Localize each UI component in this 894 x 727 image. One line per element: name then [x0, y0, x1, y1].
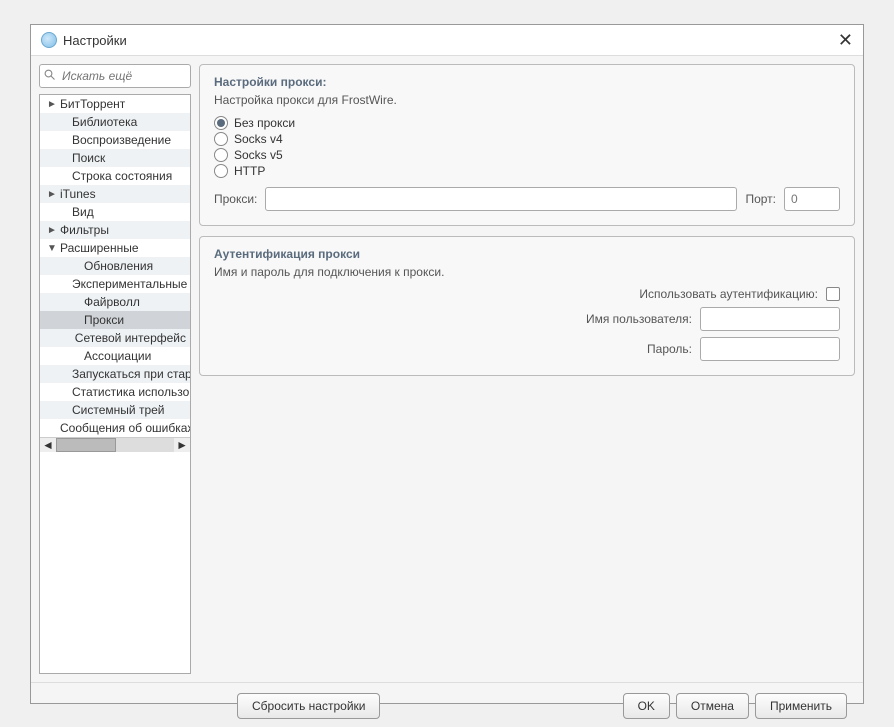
username-row: Имя пользователя:: [214, 307, 840, 331]
left-panel: ►БитТоррентБиблиотекаВоспроизведениеПоис…: [39, 64, 191, 674]
expand-icon: ▼: [46, 243, 58, 254]
tree-item-label: Строка состояния: [72, 169, 172, 183]
horizontal-scrollbar[interactable]: ◄ ►: [40, 437, 190, 452]
scrollbar-track[interactable]: [56, 438, 174, 452]
radio-socks5[interactable]: Socks v5: [214, 147, 840, 163]
tree-item-label: Поиск: [72, 151, 105, 165]
username-label: Имя пользователя:: [586, 312, 692, 326]
tree-item-label: Запускаться при старте: [72, 367, 191, 381]
password-input[interactable]: [700, 337, 840, 361]
apply-button[interactable]: Применить: [755, 693, 847, 719]
username-input[interactable]: [700, 307, 840, 331]
scrollbar-thumb[interactable]: [56, 438, 116, 452]
tree-item[interactable]: Обновления: [40, 257, 190, 275]
expand-icon: ►: [46, 99, 58, 110]
close-icon[interactable]: ✕: [838, 31, 853, 49]
scroll-right-icon[interactable]: ►: [176, 438, 188, 452]
reset-button[interactable]: Сбросить настройки: [237, 693, 380, 719]
tree-item-label: Воспроизведение: [72, 133, 171, 147]
password-row: Пароль:: [214, 337, 840, 361]
window-title: Настройки: [63, 33, 127, 48]
right-panel: Настройки прокси: Настройка прокси для F…: [199, 64, 855, 674]
tree-item[interactable]: Системный трей: [40, 401, 190, 419]
titlebar: Настройки ✕: [31, 25, 863, 56]
tree-item-label: Обновления: [84, 259, 153, 273]
proxy-auth-title: Аутентификация прокси: [214, 247, 840, 261]
cancel-button[interactable]: Отмена: [676, 693, 749, 719]
tree-item-label: Вид: [72, 205, 94, 219]
tree-item[interactable]: Прокси: [40, 311, 190, 329]
scroll-left-icon[interactable]: ◄: [42, 438, 54, 452]
globe-icon: [41, 32, 57, 48]
tree-item-label: Фильтры: [60, 223, 109, 237]
proxy-label: Прокси:: [214, 192, 257, 206]
proxy-settings-desc: Настройка прокси для FrostWire.: [214, 93, 840, 107]
tree-item-label: Библиотека: [72, 115, 137, 129]
radio-none[interactable]: Без прокси: [214, 115, 840, 131]
tree-item-label: Экспериментальные: [72, 277, 187, 291]
tree-item-label: Статистика использования: [72, 385, 191, 399]
tree-item[interactable]: Воспроизведение: [40, 131, 190, 149]
tree-item[interactable]: Поиск: [40, 149, 190, 167]
tree-item-label: Сетевой интерфейс: [75, 331, 186, 345]
search-input[interactable]: [39, 64, 191, 88]
tree-item[interactable]: Строка состояния: [40, 167, 190, 185]
radio-label: Socks v5: [234, 148, 283, 162]
tree-item[interactable]: Статистика использования: [40, 383, 190, 401]
expand-icon: ►: [46, 225, 58, 236]
tree-item-label: Сообщения об ошибках: [60, 421, 191, 435]
tree-item[interactable]: ►БитТоррент: [40, 95, 190, 113]
settings-dialog: Настройки ✕ ►БитТоррентБиблиотекаВоспрои…: [30, 24, 864, 704]
tree-item[interactable]: ▼Расширенные: [40, 239, 190, 257]
proxy-auth-desc: Имя и пароль для подключения к прокси.: [214, 265, 840, 279]
tree-item-label: БитТоррент: [60, 97, 125, 111]
tree-item[interactable]: Библиотека: [40, 113, 190, 131]
tree-item-label: iTunes: [60, 187, 96, 201]
proxy-settings-group: Настройки прокси: Настройка прокси для F…: [199, 64, 855, 226]
tree-item-label: Системный трей: [72, 403, 165, 417]
tree-item[interactable]: Вид: [40, 203, 190, 221]
search-wrap: [39, 64, 191, 88]
proxy-settings-title: Настройки прокси:: [214, 75, 840, 89]
password-label: Пароль:: [647, 342, 692, 356]
tree-item[interactable]: Сетевой интерфейс: [40, 329, 190, 347]
use-auth-label: Использовать аутентификацию:: [639, 287, 818, 301]
tree-item[interactable]: Запускаться при старте: [40, 365, 190, 383]
radio-label: Без прокси: [234, 116, 295, 130]
tree-item[interactable]: Файрволл: [40, 293, 190, 311]
radio-http[interactable]: HTTP: [214, 163, 840, 179]
tree-item[interactable]: ►iTunes: [40, 185, 190, 203]
use-auth-checkbox[interactable]: [826, 287, 840, 301]
radio-icon: [214, 116, 228, 130]
tree-item[interactable]: ►Фильтры: [40, 221, 190, 239]
tree-item[interactable]: Ассоциации: [40, 347, 190, 365]
tree-item-label: Прокси: [84, 313, 124, 327]
use-auth-row: Использовать аутентификацию:: [214, 287, 840, 301]
radio-socks4[interactable]: Socks v4: [214, 131, 840, 147]
expand-icon: ►: [46, 189, 58, 200]
titlebar-left: Настройки: [41, 32, 127, 48]
settings-tree: ►БитТоррентБиблиотекаВоспроизведениеПоис…: [40, 95, 190, 437]
proxy-port-input[interactable]: [784, 187, 840, 211]
radio-icon: [214, 132, 228, 146]
tree-item[interactable]: Сообщения об ошибках: [40, 419, 190, 437]
proxy-host-row: Прокси: Порт:: [214, 187, 840, 211]
tree-item-label: Файрволл: [84, 295, 140, 309]
tree-container: ►БитТоррентБиблиотекаВоспроизведениеПоис…: [39, 94, 191, 674]
tree-item[interactable]: Экспериментальные: [40, 275, 190, 293]
port-label: Порт:: [745, 192, 776, 206]
content-area: ►БитТоррентБиблиотекаВоспроизведениеПоис…: [31, 56, 863, 682]
dialog-footer: Сбросить настройки OK Отмена Применить: [31, 682, 863, 703]
proxy-host-input[interactable]: [265, 187, 737, 211]
radio-icon: [214, 148, 228, 162]
search-icon: [44, 69, 56, 81]
radio-label: HTTP: [234, 164, 265, 178]
tree-item-label: Расширенные: [60, 241, 139, 255]
radio-icon: [214, 164, 228, 178]
radio-label: Socks v4: [234, 132, 283, 146]
tree-item-label: Ассоциации: [84, 349, 151, 363]
ok-button[interactable]: OK: [623, 693, 670, 719]
proxy-auth-group: Аутентификация прокси Имя и пароль для п…: [199, 236, 855, 376]
